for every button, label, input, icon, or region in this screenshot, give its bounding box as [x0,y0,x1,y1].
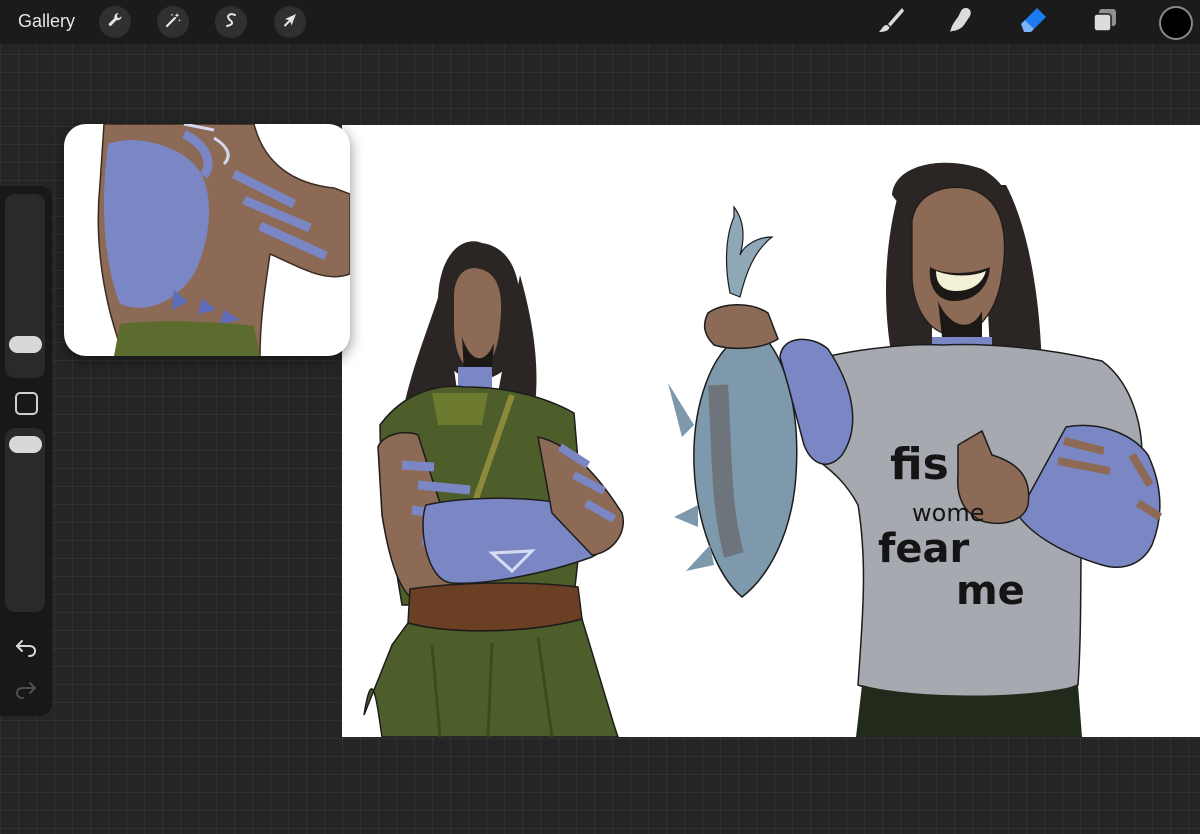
smudge-finger-icon [946,5,976,40]
redo-icon[interactable] [12,678,40,702]
opacity-thumb[interactable] [9,436,42,454]
fish-drawing [668,205,798,598]
eraser-icon [1018,5,1048,40]
shirt-text-line1: fis [890,439,949,490]
layers-tool[interactable] [1088,5,1122,39]
drawing-canvas[interactable]: fis wome fear me [342,125,1200,737]
gallery-button[interactable]: Gallery [18,11,75,32]
reference-window[interactable] [64,124,350,356]
shirt-text-line3: fear [878,526,970,572]
actions-button[interactable] [99,6,131,38]
arrow-cursor-icon [281,11,299,34]
brush-icon [876,5,906,40]
smudge-tool[interactable] [944,5,978,39]
reference-image [97,124,350,356]
color-picker-button[interactable] [1159,6,1193,40]
magic-wand-icon [164,11,182,34]
modify-square-icon[interactable] [15,392,38,415]
left-character [363,241,624,737]
adjustments-button[interactable] [157,6,189,38]
selection-s-icon [222,11,240,34]
transform-button[interactable] [274,6,306,38]
layers-icon [1090,5,1120,40]
shirt-text-line4: me [956,568,1025,614]
canvas-artwork [363,162,1163,737]
selection-button[interactable] [215,6,247,38]
opacity-slider[interactable] [5,428,45,612]
undo-icon[interactable] [12,636,40,660]
top-toolbar: Gallery [0,0,1200,44]
brush-tool[interactable] [874,5,908,39]
wrench-icon [106,11,124,34]
shirt-text-line2: wome [912,499,985,527]
left-sidebar [0,186,52,716]
brush-size-thumb[interactable] [9,335,42,353]
eraser-tool[interactable] [1016,5,1050,39]
